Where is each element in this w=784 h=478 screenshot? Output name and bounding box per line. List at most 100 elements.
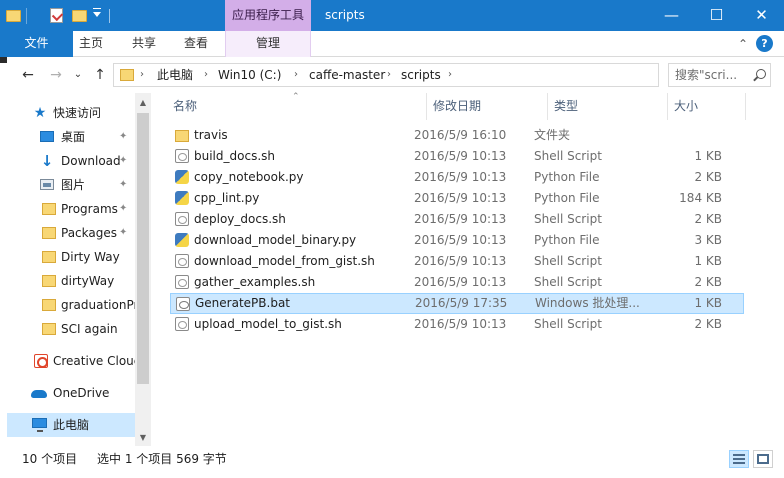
file-row[interactable]: deploy_docs.sh 2016/5/9 10:13 Shell Scri… bbox=[170, 209, 744, 230]
nav-label: 快速访问 bbox=[53, 106, 102, 120]
details-view-icon bbox=[733, 454, 745, 464]
file-size: 1 KB bbox=[694, 149, 722, 163]
file-row[interactable]: download_model_from_gist.sh 2016/5/9 10:… bbox=[170, 251, 744, 272]
python-file-icon bbox=[175, 170, 189, 184]
recent-locations-button[interactable]: ⌄ bbox=[69, 66, 87, 84]
breadcrumb-this-pc[interactable]: 此电脑 bbox=[157, 64, 193, 86]
tab-manage[interactable]: 管理 bbox=[225, 31, 311, 57]
back-button[interactable]: ← bbox=[19, 66, 37, 84]
search-input[interactable]: 搜索"scri... bbox=[668, 63, 771, 87]
tab-share[interactable]: 共享 bbox=[124, 31, 164, 57]
column-divider[interactable] bbox=[667, 93, 668, 120]
minimize-button[interactable]: — bbox=[649, 0, 694, 31]
folder-icon bbox=[42, 299, 56, 311]
file-type: Python File bbox=[534, 233, 600, 247]
tab-file[interactable]: 文件 bbox=[0, 31, 73, 57]
nav-packages[interactable]: Packages ✦ bbox=[7, 221, 135, 245]
shell-script-icon bbox=[175, 149, 189, 163]
breadcrumb-scripts[interactable]: scripts bbox=[401, 64, 441, 86]
nav-graduation[interactable]: graduationPr bbox=[7, 293, 135, 317]
maximize-button[interactable]: ☐ bbox=[694, 0, 739, 31]
breadcrumb-separator[interactable]: › bbox=[294, 64, 298, 86]
file-row[interactable]: gather_examples.sh 2016/5/9 10:13 Shell … bbox=[170, 272, 744, 293]
file-row[interactable]: travis 2016/5/9 16:10 文件夹 bbox=[170, 125, 744, 146]
nav-dirty-way[interactable]: Dirty Way bbox=[7, 245, 135, 269]
nav-download[interactable]: ↓ Download ✦ bbox=[7, 149, 135, 173]
forward-button[interactable]: → bbox=[47, 66, 65, 84]
details-view-button[interactable] bbox=[729, 450, 749, 468]
address-folder-icon bbox=[120, 69, 134, 81]
breadcrumb-caffe-master[interactable]: caffe-master bbox=[309, 64, 385, 86]
breadcrumb-separator[interactable]: › bbox=[204, 64, 208, 86]
tab-view[interactable]: 查看 bbox=[176, 31, 216, 57]
file-list[interactable]: ⌃ 名称 修改日期 类型 大小 travis 2016/5/9 16:10 文件… bbox=[151, 92, 784, 446]
up-button[interactable]: ↑ bbox=[91, 66, 109, 84]
nav-creative-cloud[interactable]: Creative Clouc bbox=[7, 349, 135, 373]
navigation-pane[interactable]: ★ 快速访问 桌面 ✦ ↓ Download ✦ 图片 ✦ Programs ✦… bbox=[7, 93, 151, 446]
column-header-date[interactable]: 修改日期 bbox=[433, 93, 481, 120]
scroll-thumb[interactable] bbox=[137, 113, 149, 384]
nav-onedrive[interactable]: OneDrive bbox=[7, 381, 135, 405]
this-pc-icon bbox=[32, 418, 47, 432]
tab-home[interactable]: 主页 bbox=[73, 31, 109, 57]
background-window-edge bbox=[0, 57, 7, 63]
file-size: 2 KB bbox=[694, 275, 722, 289]
column-divider[interactable] bbox=[745, 93, 746, 120]
file-row[interactable]: copy_notebook.py 2016/5/9 10:13 Python F… bbox=[170, 167, 744, 188]
address-bar[interactable]: › 此电脑 › Win10 (C:) › caffe-master › scri… bbox=[113, 63, 756, 87]
help-icon[interactable]: ? bbox=[756, 35, 773, 52]
file-type: Shell Script bbox=[534, 317, 602, 331]
breadcrumb-separator[interactable]: › bbox=[140, 64, 144, 86]
pin-icon[interactable]: ✦ bbox=[119, 149, 127, 173]
file-row[interactable]: cpp_lint.py 2016/5/9 10:13 Python File 1… bbox=[170, 188, 744, 209]
close-button[interactable]: ✕ bbox=[739, 0, 784, 31]
column-divider[interactable] bbox=[547, 93, 548, 120]
breadcrumb-separator[interactable]: › bbox=[387, 64, 391, 86]
properties-icon[interactable] bbox=[50, 7, 68, 25]
customize-toolbar-arrow-icon[interactable] bbox=[93, 8, 101, 17]
quick-access-folder-icon[interactable] bbox=[6, 7, 24, 25]
shell-script-icon bbox=[175, 254, 189, 268]
ribbon-collapse-icon[interactable]: ⌃ bbox=[738, 37, 748, 51]
file-name: gather_examples.sh bbox=[194, 275, 316, 289]
new-folder-icon[interactable] bbox=[72, 7, 90, 25]
column-header-name[interactable]: 名称 bbox=[173, 93, 197, 120]
nav-label: Download bbox=[61, 154, 121, 168]
nav-quick-access[interactable]: ★ 快速访问 bbox=[7, 101, 135, 125]
nav-sci-again[interactable]: SCI again bbox=[7, 317, 135, 341]
file-row[interactable]: download_model_binary.py 2016/5/9 10:13 … bbox=[170, 230, 744, 251]
address-row: ← → ⌄ ↑ › 此电脑 › Win10 (C:) › caffe-maste… bbox=[7, 57, 784, 93]
file-row[interactable]: build_docs.sh 2016/5/9 10:13 Shell Scrip… bbox=[170, 146, 744, 167]
nav-desktop[interactable]: 桌面 ✦ bbox=[7, 125, 135, 149]
background-strip bbox=[0, 57, 7, 478]
pin-icon[interactable]: ✦ bbox=[119, 125, 127, 149]
nav-scrollbar[interactable]: ▲ ▼ bbox=[135, 93, 151, 446]
column-header-size[interactable]: 大小 bbox=[674, 93, 698, 120]
column-header-type[interactable]: 类型 bbox=[554, 93, 578, 120]
nav-programs[interactable]: Programs ✦ bbox=[7, 197, 135, 221]
pin-icon[interactable]: ✦ bbox=[119, 221, 127, 245]
column-divider[interactable] bbox=[426, 93, 427, 120]
pin-icon[interactable]: ✦ bbox=[119, 173, 127, 197]
nav-label: dirtyWay bbox=[61, 274, 115, 288]
desktop-icon bbox=[40, 131, 54, 142]
nav-pictures[interactable]: 图片 ✦ bbox=[7, 173, 135, 197]
breadcrumb-separator[interactable]: › bbox=[448, 64, 452, 86]
search-icon bbox=[756, 69, 766, 79]
file-row[interactable]: upload_model_to_gist.sh 2016/5/9 10:13 S… bbox=[170, 314, 744, 335]
item-count: 10 个项目 bbox=[22, 452, 78, 466]
file-name: download_model_binary.py bbox=[194, 233, 357, 247]
scroll-up-icon[interactable]: ▲ bbox=[135, 95, 151, 111]
shell-script-icon bbox=[175, 212, 189, 226]
creative-cloud-icon bbox=[34, 354, 48, 368]
nav-this-pc[interactable]: 此电脑 bbox=[7, 413, 135, 437]
scroll-down-icon[interactable]: ▼ bbox=[135, 430, 151, 446]
nav-label: Packages bbox=[61, 226, 117, 240]
nav-label: OneDrive bbox=[53, 386, 110, 400]
pin-icon[interactable]: ✦ bbox=[119, 197, 127, 221]
file-row-selected[interactable]: GeneratePB.bat 2016/5/9 17:35 Windows 批处… bbox=[170, 293, 744, 314]
breadcrumb-drive[interactable]: Win10 (C:) bbox=[218, 64, 281, 86]
context-tab-app-tools: 应用程序工具 bbox=[225, 0, 311, 31]
nav-dirtyway[interactable]: dirtyWay bbox=[7, 269, 135, 293]
large-icons-view-button[interactable] bbox=[753, 450, 773, 468]
